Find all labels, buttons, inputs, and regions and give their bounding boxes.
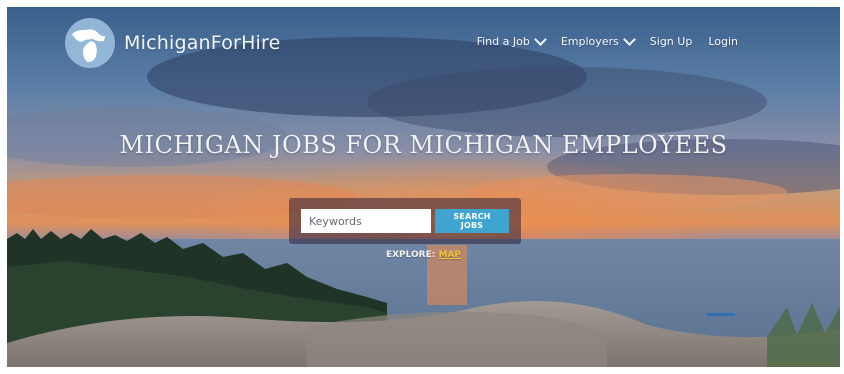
explore-label: EXPLORE: xyxy=(385,250,436,260)
job-search-box: SEARCH JOBS xyxy=(289,198,521,244)
top-navigation: MichiganForHire Find a Job Employers Sig… xyxy=(7,7,840,87)
brand-logo[interactable]: MichiganForHire xyxy=(64,17,281,69)
search-jobs-button[interactable]: SEARCH JOBS xyxy=(435,209,509,233)
main-nav: Find a Job Employers Sign Up Login xyxy=(476,33,738,48)
nav-employers-label: Employers xyxy=(560,35,619,48)
nav-sign-up[interactable]: Sign Up xyxy=(650,35,693,48)
michigan-map-logo-icon xyxy=(65,18,115,68)
hero-headline: MICHIGAN JOBS FOR MICHIGAN EMPLOYEES xyxy=(119,131,728,159)
explore-map-link[interactable]: MAP xyxy=(439,250,462,260)
chevron-down-icon xyxy=(533,33,547,46)
page-frame: MichiganForHire Find a Job Employers Sig… xyxy=(7,7,840,367)
brand-name: MichiganForHire xyxy=(124,32,281,54)
nav-employers[interactable]: Employers xyxy=(560,33,636,48)
explore-row: EXPLORE: MAP xyxy=(7,250,840,260)
nav-login[interactable]: Login xyxy=(708,35,738,48)
chevron-down-icon xyxy=(622,33,636,46)
nav-find-a-job[interactable]: Find a Job xyxy=(476,33,547,48)
nav-find-a-job-label: Find a Job xyxy=(476,35,530,48)
keywords-input[interactable] xyxy=(301,209,431,233)
